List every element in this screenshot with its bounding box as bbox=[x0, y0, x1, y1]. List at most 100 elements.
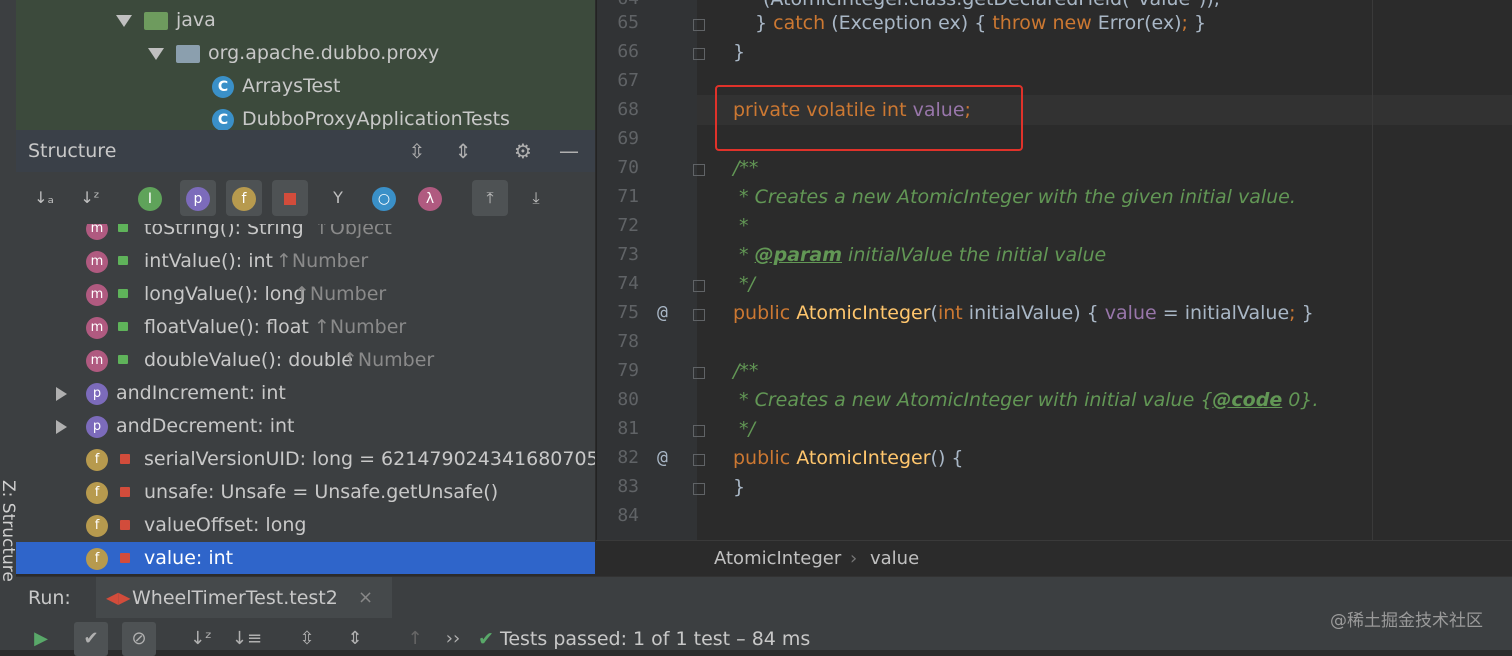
list-item[interactable]: m doubleValue(): double ↑Number bbox=[16, 344, 595, 377]
public-icon bbox=[118, 256, 128, 265]
structure-toolbar: ↓ₐ ↓ᶻ I p f Y ○ λ ⤒ ⤓ bbox=[16, 172, 595, 225]
public-icon bbox=[118, 224, 128, 232]
fold-marker-icon[interactable] bbox=[693, 309, 705, 321]
fold-marker-icon[interactable] bbox=[693, 367, 705, 379]
list-item[interactable]: f serialVersionUID: long = 6214790243416… bbox=[16, 443, 595, 476]
rerun-icon[interactable]: ▶ bbox=[24, 622, 58, 656]
test-class-icon: C bbox=[212, 108, 234, 131]
collapse-all-icon[interactable]: ⇕ bbox=[450, 138, 476, 164]
run-tab[interactable]: ◀▶ WheelTimerTest.test2 × bbox=[96, 577, 392, 619]
list-item[interactable]: p andDecrement: int bbox=[16, 410, 595, 443]
private-icon bbox=[120, 454, 130, 464]
run-panel-header: Run: ◀▶ WheelTimerTest.test2 × bbox=[16, 576, 1512, 619]
fold-marker-icon[interactable] bbox=[693, 454, 705, 466]
code-editor[interactable]: 64 65 66 67 68 69 70 71 72 73 74 75 78 7… bbox=[596, 0, 1512, 540]
structure-panel-title: Structure bbox=[28, 140, 117, 162]
breadcrumb-item-class[interactable]: AtomicInteger bbox=[714, 541, 841, 577]
list-item[interactable]: f valueOffset: long bbox=[16, 509, 595, 542]
expand-all-icon[interactable]: ⇳ bbox=[290, 622, 324, 656]
lambda-icon[interactable]: λ bbox=[412, 180, 448, 216]
breadcrumb-item-field[interactable]: value bbox=[870, 541, 919, 577]
list-item[interactable]: p andIncrement: int bbox=[16, 377, 595, 410]
fold-marker-icon[interactable] bbox=[693, 48, 705, 60]
tree-item-java[interactable]: java bbox=[116, 4, 216, 36]
sort-alphabetically-icon[interactable]: ↓ᶻ bbox=[184, 622, 218, 656]
line-number: 81 bbox=[617, 418, 639, 439]
folder-icon bbox=[144, 11, 168, 30]
close-icon[interactable]: × bbox=[358, 577, 373, 619]
list-item[interactable]: m intValue(): int ↑Number bbox=[16, 245, 595, 278]
expand-arrow-icon[interactable] bbox=[56, 387, 67, 401]
list-item[interactable]: m toString(): String ↑Object bbox=[16, 224, 595, 245]
show-anonymous-icon[interactable]: Y bbox=[320, 180, 356, 216]
tree-item-package[interactable]: org.apache.dubbo.proxy bbox=[148, 37, 439, 69]
autoscroll-to-source-icon[interactable]: ⤒ bbox=[472, 180, 508, 216]
code-line: */ bbox=[733, 418, 755, 440]
more-icon[interactable]: ›› bbox=[436, 622, 470, 656]
list-item[interactable]: f unsafe: Unsafe = Unsafe.getUnsafe() bbox=[16, 476, 595, 509]
field-icon: f bbox=[86, 482, 108, 504]
item-inherited: ↑Object bbox=[314, 224, 392, 239]
method-icon: m bbox=[86, 317, 108, 339]
fold-marker-icon[interactable] bbox=[693, 425, 705, 437]
line-number: 64 bbox=[597, 0, 639, 9]
code-line: public AtomicInteger(int initialValue) {… bbox=[733, 302, 1314, 324]
item-name: serialVersionUID: long = 621479024341680… bbox=[144, 448, 595, 470]
fold-marker-icon[interactable] bbox=[693, 280, 705, 292]
show-properties-icon[interactable]: p bbox=[180, 180, 216, 216]
gear-icon[interactable]: ⚙ bbox=[510, 138, 536, 164]
tree-item-arraystest[interactable]: C ArraysTest bbox=[212, 70, 341, 102]
line-number: 67 bbox=[617, 70, 639, 91]
expand-arrow-icon[interactable] bbox=[56, 420, 67, 434]
list-item[interactable]: m floatValue(): float ↑Number bbox=[16, 311, 595, 344]
method-icon: m bbox=[86, 224, 108, 240]
highlight-annotation-box bbox=[715, 85, 1023, 151]
fold-marker-icon[interactable] bbox=[693, 483, 705, 495]
sort-alphabetically-icon[interactable]: ↓ᶻ bbox=[72, 180, 108, 216]
show-ignored-icon[interactable]: ⊘ bbox=[122, 622, 156, 656]
tree-item-label: org.apache.dubbo.proxy bbox=[208, 42, 440, 64]
show-lambdas-icon[interactable]: ○ bbox=[366, 180, 402, 216]
line-number: 70 bbox=[617, 157, 639, 178]
left-tool-strip: Z: Structure bbox=[0, 0, 18, 650]
sort-by-visibility-icon[interactable]: ↓ₐ bbox=[26, 180, 62, 216]
collapse-all-icon[interactable]: ⇕ bbox=[338, 622, 372, 656]
show-non-public-icon[interactable] bbox=[272, 180, 308, 216]
tree-item-label: ArraysTest bbox=[242, 75, 341, 97]
public-icon bbox=[118, 355, 128, 364]
public-icon bbox=[118, 322, 128, 331]
fold-marker-icon[interactable] bbox=[693, 164, 705, 176]
show-passed-icon[interactable]: ✔ bbox=[74, 622, 108, 656]
public-icon bbox=[118, 289, 128, 298]
line-number: 73 bbox=[617, 244, 639, 265]
list-item[interactable]: m longValue(): long ↑Number bbox=[16, 278, 595, 311]
property-icon: p bbox=[86, 383, 108, 405]
item-name: toString(): String bbox=[144, 224, 304, 239]
override-marker-icon[interactable]: @ bbox=[657, 302, 668, 323]
show-fields-icon[interactable]: f bbox=[226, 180, 262, 216]
private-icon bbox=[120, 487, 130, 497]
previous-failed-icon[interactable]: ↑ bbox=[398, 622, 432, 656]
private-icon bbox=[120, 520, 130, 530]
show-inherited-icon[interactable]: I bbox=[132, 180, 168, 216]
check-icon: ✔ bbox=[478, 628, 494, 650]
line-number: 75 bbox=[617, 302, 639, 323]
list-item-selected[interactable]: f value: int bbox=[16, 542, 595, 574]
expand-all-icon[interactable]: ⇳ bbox=[404, 138, 430, 164]
method-icon: m bbox=[86, 350, 108, 372]
override-marker-icon[interactable]: @ bbox=[657, 447, 668, 468]
private-icon bbox=[120, 553, 130, 563]
collapse-arrow-icon[interactable] bbox=[116, 14, 132, 27]
code-line: } bbox=[733, 41, 746, 63]
line-number: 72 bbox=[617, 215, 639, 236]
tests-status: ✔ Tests passed: 1 of 1 test – 84 ms bbox=[478, 622, 810, 656]
collapse-arrow-icon[interactable] bbox=[148, 47, 164, 60]
method-icon: m bbox=[86, 251, 108, 273]
fold-marker-icon[interactable] bbox=[693, 19, 705, 31]
code-line: (AtomicInteger.class.getDeclaredField("v… bbox=[763, 0, 1220, 10]
sort-by-duration-icon[interactable]: ↓≡ bbox=[230, 622, 264, 656]
item-name: value: int bbox=[144, 547, 234, 569]
item-inherited: ↑Number bbox=[314, 316, 407, 338]
autoscroll-from-source-icon[interactable]: ⤓ bbox=[518, 180, 554, 216]
hide-panel-icon[interactable]: — bbox=[556, 138, 582, 164]
